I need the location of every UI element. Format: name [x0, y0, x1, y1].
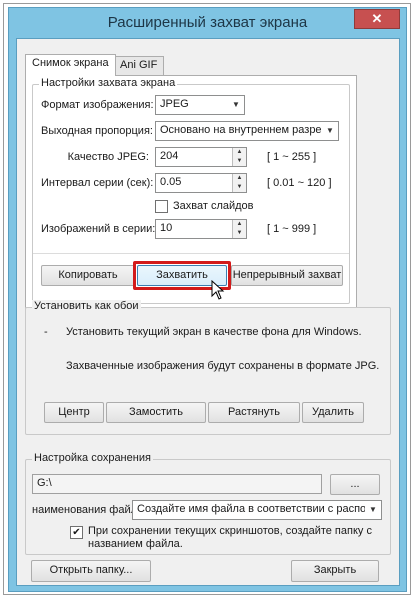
folder-checkbox[interactable]: ✔: [70, 526, 83, 539]
group-title: Настройка сохранения: [32, 452, 153, 464]
copy-button[interactable]: Копировать: [41, 265, 135, 286]
delete-button[interactable]: Удалить: [302, 402, 364, 423]
center-button[interactable]: Центр: [44, 402, 104, 423]
interval-stepper[interactable]: 0.05 ▲ ▼: [155, 173, 247, 193]
folder-check-label-cont: названием файла.: [88, 538, 183, 550]
tab-screenshot[interactable]: Снимок экрана: [25, 54, 116, 76]
ratio-select[interactable]: Основано на внутреннем разрешении ▼: [155, 121, 339, 141]
browse-button[interactable]: ...: [330, 474, 380, 495]
window-frame: Расширенный захват экрана ✕ Снимок экран…: [8, 7, 407, 592]
count-label: Изображений в серии:: [41, 223, 156, 235]
interval-label: Интервал серии (сек):: [41, 177, 154, 189]
spin-buttons[interactable]: ▲ ▼: [232, 148, 246, 166]
wallpaper-group: Установить как обои - Установить текущий…: [25, 300, 391, 435]
chevron-down-icon: ▼: [228, 96, 244, 114]
format-label: Формат изображения:: [41, 99, 154, 111]
format-select[interactable]: JPEG ▼: [155, 95, 245, 115]
dialog-window: Расширенный захват экрана ✕ Снимок экран…: [3, 3, 411, 595]
group-title: Установить как обои: [32, 300, 141, 312]
interval-range: [ 0.01 ~ 120 ]: [267, 177, 332, 189]
tile-button[interactable]: Замостить: [106, 402, 206, 423]
capture-settings-group: Настройки захвата экрана Формат изображе…: [32, 77, 350, 304]
stretch-button[interactable]: Растянуть: [208, 402, 300, 423]
tab-panel-screenshot: Настройки захвата экрана Формат изображе…: [25, 75, 357, 315]
count-stepper[interactable]: 10 ▲ ▼: [155, 219, 247, 239]
divider: [33, 253, 349, 254]
filename-label: наименования файл:: [32, 504, 141, 516]
slides-label: Захват слайдов: [173, 200, 254, 212]
window-title: Расширенный захват экрана: [107, 14, 308, 31]
folder-check-label: При сохранении текущих скриншотов, созда…: [88, 525, 372, 537]
close-button[interactable]: Закрыть: [291, 560, 379, 582]
filename-select[interactable]: Создайте имя файла в соответствии с расп…: [132, 500, 382, 520]
save-settings-group: Настройка сохранения G:\ ... наименовани…: [25, 452, 391, 555]
quality-range: [ 1 ~ 255 ]: [267, 151, 317, 163]
group-title: Настройки захвата экрана: [39, 77, 178, 89]
chevron-down-icon: ▼: [365, 501, 381, 519]
cursor-icon: [211, 280, 225, 300]
quality-label: Качество JPEG:: [67, 151, 149, 163]
spin-buttons[interactable]: ▲ ▼: [232, 220, 246, 238]
wallpaper-format-note: Захваченные изображения будут сохранены …: [66, 360, 380, 372]
count-range: [ 1 ~ 999 ]: [267, 223, 317, 235]
save-path-field[interactable]: G:\: [32, 474, 322, 494]
close-icon: ✕: [371, 11, 383, 26]
close-window-button[interactable]: ✕: [354, 9, 400, 29]
continuous-capture-button[interactable]: Непрерывный захват: [231, 265, 343, 286]
slides-checkbox[interactable]: [155, 200, 168, 213]
ratio-label: Выходная пропорция:: [41, 125, 153, 137]
bullet: -: [44, 326, 48, 338]
dialog-client-area: Снимок экрана Ani GIF Настройки захвата …: [16, 38, 400, 586]
chevron-down-icon: ▼: [322, 122, 338, 140]
quality-stepper[interactable]: 204 ▲ ▼: [155, 147, 247, 167]
wallpaper-description: Установить текущий экран в качестве фона…: [66, 326, 362, 338]
tab-ani-gif[interactable]: Ani GIF: [113, 56, 165, 75]
open-folder-button[interactable]: Открыть папку...: [31, 560, 151, 582]
spin-buttons[interactable]: ▲ ▼: [232, 174, 246, 192]
